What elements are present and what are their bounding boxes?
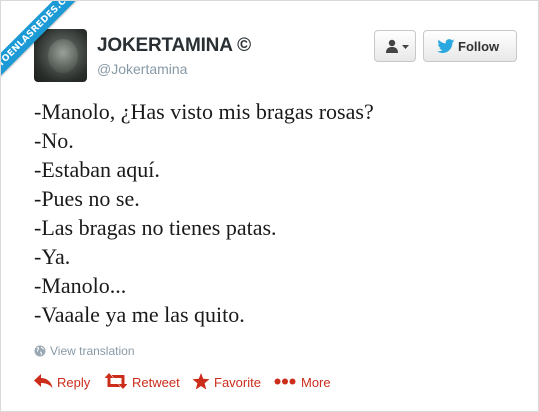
chevron-down-icon <box>402 45 409 49</box>
person-icon <box>386 39 398 53</box>
retweet-icon <box>105 373 127 389</box>
tweet-line: -Ya. <box>34 244 71 269</box>
view-translation-link[interactable]: View translation <box>34 344 135 358</box>
retweet-label: Retweet <box>132 375 180 390</box>
watermark-text: VISTOENLASREDES.COM <box>1 1 91 91</box>
user-handle[interactable]: @Jokertamina <box>97 61 187 77</box>
tweet-line: -Vaaale ya me las quito. <box>34 302 245 327</box>
reply-label: Reply <box>57 375 91 390</box>
follow-label: Follow <box>458 39 500 54</box>
globe-icon <box>34 345 46 357</box>
more-dots-icon <box>274 378 296 385</box>
tweet-line: -No. <box>34 128 74 153</box>
favorite-label: Favorite <box>214 375 261 390</box>
watermark-ribbon: VISTOENLASREDES.COM <box>1 1 91 91</box>
user-actions-button[interactable] <box>374 30 416 62</box>
tweet-line: -Las bragas no tienes patas. <box>34 215 277 240</box>
tweet-line: -Manolo... <box>34 273 127 298</box>
reply-icon <box>34 374 53 388</box>
tweet-text: -Manolo, ¿Has visto mis bragas rosas? -N… <box>34 97 514 329</box>
view-translation-label: View translation <box>50 344 135 358</box>
twitter-bird-icon <box>437 39 455 53</box>
tweet-line: -Manolo, ¿Has visto mis bragas rosas? <box>34 99 374 124</box>
star-icon <box>192 373 210 390</box>
tweet-line: -Pues no se. <box>34 186 140 211</box>
follow-button[interactable]: Follow <box>423 30 517 62</box>
more-label: More <box>301 375 331 390</box>
tweet-line: -Estaban aquí. <box>34 157 160 182</box>
display-name[interactable]: JOKERTAMINA © <box>97 35 251 57</box>
tweet-card: VISTOENLASREDES.COM JOKERTAMINA © @Joker… <box>0 0 539 412</box>
